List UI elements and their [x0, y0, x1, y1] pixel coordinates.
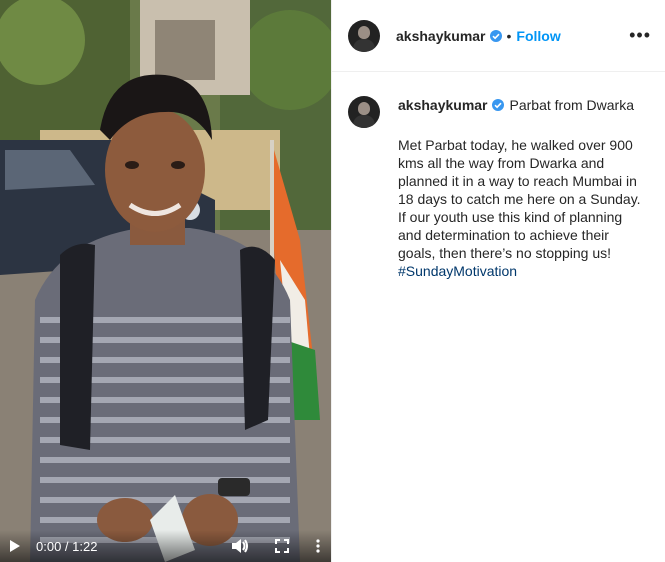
post-header: akshaykumar • Follow ••• — [332, 0, 665, 72]
video-time: 0:00 / 1:22 — [36, 538, 98, 554]
separator-dot: • — [506, 27, 512, 44]
fullscreen-icon[interactable] — [259, 530, 305, 562]
verified-badge-icon — [489, 29, 502, 42]
caption: akshaykumar Parbat from Dwarka Met Parba… — [332, 72, 665, 280]
volume-icon[interactable] — [221, 530, 259, 562]
video-player[interactable]: 0:00 / 1:22 — [0, 0, 331, 562]
play-icon[interactable] — [0, 530, 30, 562]
more-vertical-icon[interactable] — [305, 530, 331, 562]
caption-username-link[interactable]: akshaykumar — [398, 96, 488, 114]
caption-title: Parbat from Dwarka — [509, 97, 634, 113]
video-frame — [0, 0, 331, 562]
video-controls: 0:00 / 1:22 — [0, 530, 331, 562]
caption-avatar[interactable] — [348, 96, 380, 128]
verified-badge-icon — [491, 99, 504, 111]
more-options-icon[interactable]: ••• — [629, 25, 651, 46]
caption-text: Met Parbat today, he walked over 900 kms… — [398, 136, 642, 280]
caption-body: Met Parbat today, he walked over 900 kms… — [398, 137, 641, 261]
username-link[interactable]: akshaykumar — [396, 28, 486, 44]
post-details-panel: akshaykumar • Follow ••• akshaykumar Par… — [331, 0, 665, 562]
instagram-post-view: 0:00 / 1:22 akshaykumar • Follow ••• aks… — [0, 0, 665, 562]
follow-button[interactable]: Follow — [516, 28, 560, 44]
hashtag-link[interactable]: #SundayMotivation — [398, 263, 517, 279]
avatar[interactable] — [348, 19, 380, 52]
